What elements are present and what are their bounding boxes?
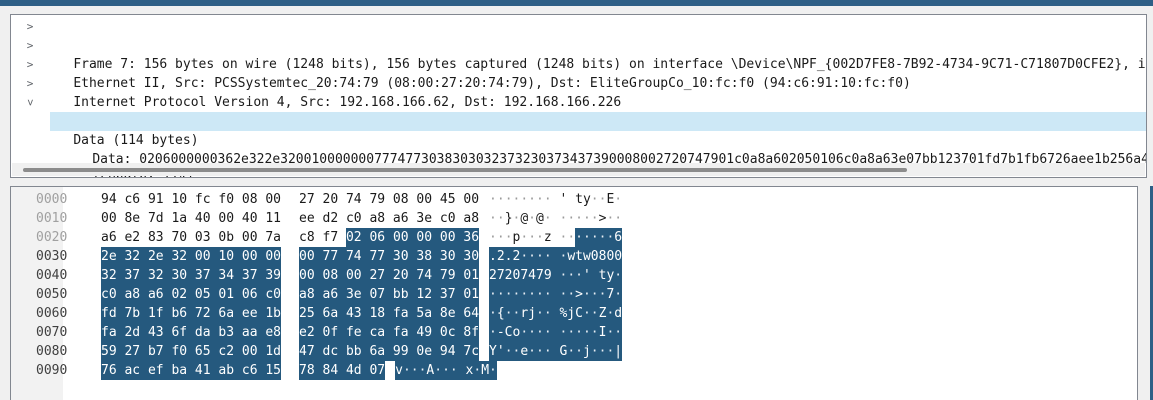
hex-ascii-column[interactable]: ·-Co···· ·····I··	[489, 323, 622, 342]
chevron-right-icon[interactable]: >	[23, 36, 37, 55]
chevron-right-icon[interactable]: >	[23, 17, 37, 36]
packet-detail-row[interactable]: Data: 0206000000362e322e3200100000007774…	[50, 112, 1146, 131]
chevron-down-icon[interactable]: >	[23, 93, 37, 112]
hex-bytes-group1[interactable]: 76 ac ef ba 41 ab c6 15	[101, 361, 281, 380]
hex-row[interactable]: 0030 2e 32 2e 32 00 10 00 00 00 77 74 77…	[11, 247, 1137, 266]
hex-offset: 0040	[11, 266, 101, 285]
hex-bytes-group2[interactable]: e2 0f fe ca fa 49 0c 8f	[299, 323, 479, 342]
hex-row[interactable]: 0090 76 ac ef ba 41 ab c6 15 78 84 4d 07…	[11, 361, 1137, 380]
hex-bytes-group1[interactable]: 59 27 b7 f0 65 c2 00 1d	[101, 342, 281, 361]
hex-bytes-group2[interactable]: c8 f7 02 06 00 00 00 36	[299, 228, 479, 247]
hex-offset: 0090	[11, 361, 101, 380]
hex-row[interactable]: 0010 00 8e 7d 1a 40 00 40 11 ee d2 c0 a8…	[11, 209, 1137, 228]
hex-ascii-column[interactable]: ···p···z ·······6	[489, 228, 622, 247]
hex-ascii-column[interactable]: ··}·@·@· ·····>··	[489, 209, 622, 228]
hex-bytes-group1[interactable]: a6 e2 83 70 03 0b 00 7a	[101, 228, 281, 247]
hex-offset: 0010	[11, 209, 101, 228]
hex-ascii-column[interactable]: ·{··rj·· %jC··Z·d	[489, 304, 622, 323]
hex-offset: 0060	[11, 304, 101, 323]
hex-bytes-group1[interactable]: 94 c6 91 10 fc f0 08 00	[101, 190, 281, 209]
hex-bytes-group2[interactable]: 00 08 00 27 20 74 79 01	[299, 266, 479, 285]
hex-ascii-column[interactable]: Y'··e··· G··j···|	[489, 342, 622, 361]
scrollbar-thumb[interactable]	[23, 168, 907, 172]
hex-bytes-group1[interactable]: 32 37 32 30 37 34 37 39	[101, 266, 281, 285]
hex-offset: 0020	[11, 228, 101, 247]
hex-bytes-group1[interactable]: 00 8e 7d 1a 40 00 40 11	[101, 209, 281, 228]
packet-detail-row[interactable]: > Data (114 bytes)	[11, 93, 1146, 112]
packet-detail-row[interactable]: [Length: 114]	[11, 131, 1146, 150]
hex-row[interactable]: 0000 94 c6 91 10 fc f0 08 00 27 20 74 79…	[11, 190, 1137, 209]
details-horizontal-scrollbar[interactable]	[12, 163, 1145, 176]
hex-ascii-column[interactable]: .2.2···· ·wtw0800	[489, 247, 622, 266]
hex-offset: 0030	[11, 247, 101, 266]
hex-row[interactable]: 0070 fa 2d 43 6f da b3 aa e8 e2 0f fe ca…	[11, 323, 1137, 342]
hex-offset: 0050	[11, 285, 101, 304]
hex-bytes-group2[interactable]: 27 20 74 79 08 00 45 00	[299, 190, 479, 209]
hex-ascii-column[interactable]: ········ ··>···7·	[489, 285, 622, 304]
packet-bytes-pane: 0000 94 c6 91 10 fc f0 08 00 27 20 74 79…	[10, 186, 1138, 400]
chevron-right-icon[interactable]: >	[23, 55, 37, 74]
chevron-right-icon[interactable]: >	[23, 74, 37, 93]
hex-offset: 0080	[11, 342, 101, 361]
hex-row[interactable]: 0080 59 27 b7 f0 65 c2 00 1d 47 dc bb 6a…	[11, 342, 1137, 361]
hex-offset: 0070	[11, 323, 101, 342]
hex-row[interactable]: 0050 c0 a8 a6 02 05 01 06 c0 a8 a6 3e 07…	[11, 285, 1137, 304]
hex-bytes-group2[interactable]: 78 84 4d 07	[299, 361, 385, 380]
hex-ascii-column[interactable]: v···A··· x·M·	[395, 361, 497, 380]
packet-detail-row[interactable]: > Frame 7: 156 bytes on wire (1248 bits)…	[11, 17, 1146, 36]
top-accent-bar	[0, 0, 1153, 6]
hex-bytes-group2[interactable]: 47 dc bb 6a 99 0e 94 7c	[299, 342, 479, 361]
packet-detail-row[interactable]: > Internet Protocol Version 4, Src: 192.…	[11, 55, 1146, 74]
hex-bytes-group2[interactable]: a8 a6 3e 07 bb 12 37 01	[299, 285, 479, 304]
hex-bytes-group1[interactable]: c0 a8 a6 02 05 01 06 c0	[101, 285, 281, 304]
hex-row[interactable]: 0060 fd 7b 1f b6 72 6a ee 1b 25 6a 43 18…	[11, 304, 1137, 323]
hex-offset: 0000	[11, 190, 101, 209]
hex-bytes-group1[interactable]: 2e 32 2e 32 00 10 00 00	[101, 247, 281, 266]
hex-row[interactable]: 0040 32 37 32 30 37 34 37 39 00 08 00 27…	[11, 266, 1137, 285]
hex-ascii-column[interactable]: ········ ' ty··E·	[489, 190, 622, 209]
hex-bytes-group2[interactable]: 00 77 74 77 30 38 30 30	[299, 247, 479, 266]
hex-bytes-group2[interactable]: ee d2 c0 a8 a6 3e c0 a8	[299, 209, 479, 228]
hex-row[interactable]: 0020 a6 e2 83 70 03 0b 00 7a c8 f7 02 06…	[11, 228, 1137, 247]
packet-detail-row[interactable]: > Ethernet II, Src: PCSSystemtec_20:74:7…	[11, 36, 1146, 55]
hex-dump: 0000 94 c6 91 10 fc f0 08 00 27 20 74 79…	[11, 187, 1137, 380]
hex-bytes-group1[interactable]: fd 7b 1f b6 72 6a ee 1b	[101, 304, 281, 323]
packet-details-tree: > Frame 7: 156 bytes on wire (1248 bits)…	[11, 15, 1146, 150]
hex-bytes-group2[interactable]: 25 6a 43 18 fa 5a 8e 64	[299, 304, 479, 323]
hex-ascii-column[interactable]: 27207479 ···' ty·	[489, 266, 622, 285]
packet-details-pane: > Frame 7: 156 bytes on wire (1248 bits)…	[10, 14, 1147, 178]
hex-bytes-group1[interactable]: fa 2d 43 6f da b3 aa e8	[101, 323, 281, 342]
packet-detail-row[interactable]: > User Datagram Protocol, Src Port: 3364…	[11, 74, 1146, 93]
